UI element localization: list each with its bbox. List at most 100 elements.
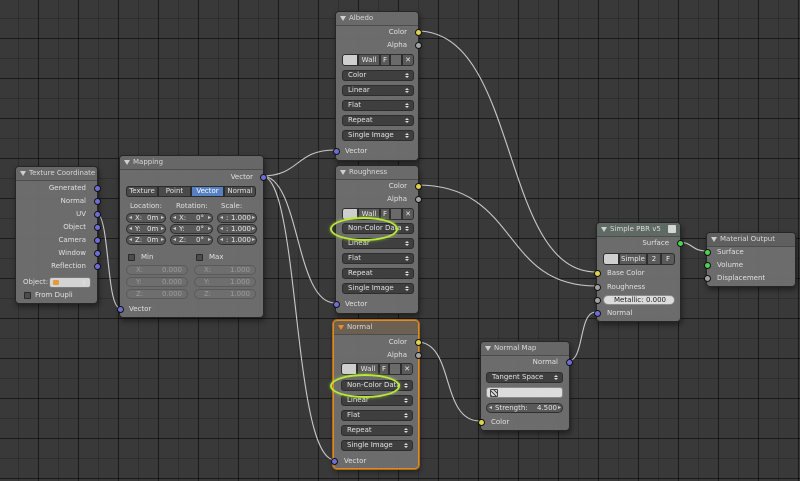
input-socket-vector[interactable]	[332, 300, 340, 308]
output-socket-object[interactable]	[93, 223, 101, 231]
image-browse-icon[interactable]	[341, 363, 357, 375]
output-socket-alpha[interactable]	[414, 351, 422, 359]
node-group-icon[interactable]	[668, 225, 676, 233]
max-checkbox[interactable]	[196, 254, 203, 261]
group-name-field[interactable]: Simple	[619, 253, 647, 265]
input-socket-vector[interactable]	[116, 305, 124, 313]
strength-field[interactable]: ◂ Strength: 4.500 ▸	[486, 403, 563, 413]
output-socket-alpha[interactable]	[414, 41, 422, 49]
fake-user-button[interactable]: F	[380, 54, 390, 66]
collapse-triangle-icon[interactable]	[340, 16, 346, 21]
projection-dropdown[interactable]: Flat	[341, 410, 413, 421]
output-socket-color[interactable]	[414, 28, 422, 36]
mode-normal-button[interactable]: Normal	[224, 186, 256, 197]
input-socket-normal[interactable]	[593, 309, 601, 317]
unlink-image-icon[interactable]: ✕	[402, 208, 414, 220]
output-socket-window[interactable]	[93, 249, 101, 257]
image-browse-icon[interactable]	[342, 54, 358, 66]
min-checkbox[interactable]	[128, 254, 135, 261]
min-z-field[interactable]: Z: 0.000	[126, 289, 188, 299]
mode-texture-button[interactable]: Texture	[126, 186, 158, 197]
min-y-field[interactable]: Y: 0.000	[126, 277, 188, 287]
new-image-icon[interactable]	[390, 208, 402, 220]
output-socket-normal[interactable]	[93, 197, 101, 205]
collapse-triangle-icon[interactable]	[340, 170, 346, 175]
collapse-triangle-icon[interactable]	[20, 171, 26, 176]
node-header[interactable]: Roughness	[336, 166, 418, 180]
rotation-y-field[interactable]: ◂ Y: 0° ▸	[170, 224, 213, 234]
input-socket-base-color[interactable]	[593, 269, 601, 277]
output-socket-color[interactable]	[414, 182, 422, 190]
image-datablock-selector[interactable]: Wall F ✕	[342, 54, 414, 66]
from-dupli-checkbox[interactable]	[24, 292, 31, 299]
normal-map-node[interactable]: Normal Map Normal Tangent Space ◂ Streng…	[477, 341, 573, 431]
color-space-dropdown[interactable]: Color	[342, 70, 414, 81]
fake-user-button[interactable]: F	[661, 253, 675, 265]
rotation-z-field[interactable]: ◂ Z: 0° ▸	[170, 235, 213, 245]
extension-dropdown[interactable]: Repeat	[341, 425, 413, 436]
node-header[interactable]: Normal Map	[481, 342, 569, 356]
location-y-field[interactable]: ◂ Y: 0m ▸	[126, 224, 166, 234]
output-socket-normal[interactable]	[565, 358, 573, 366]
max-x-field[interactable]: X: 1.000	[194, 265, 256, 275]
image-datablock-selector[interactable]: Wall F ✕	[341, 363, 413, 375]
group-datablock-selector[interactable]: Simple 2 F	[603, 253, 675, 265]
location-x-field[interactable]: ◂ X: 0m ▸	[126, 213, 166, 223]
source-dropdown[interactable]: Single Image	[341, 440, 413, 451]
interpolation-dropdown[interactable]: Linear	[342, 85, 414, 96]
source-dropdown[interactable]: Single Image	[342, 283, 414, 294]
image-name-field[interactable]: Wall	[358, 54, 380, 66]
output-socket-reflection[interactable]	[93, 262, 101, 270]
node-header[interactable]: Mapping	[120, 156, 263, 170]
source-dropdown[interactable]: Single Image	[342, 130, 414, 141]
scale-z-field[interactable]: ◂ : 1.000 ▸	[217, 235, 257, 245]
mapping-node[interactable]: Mapping Vector Texture Point Vector Norm…	[116, 155, 267, 318]
output-socket-surface[interactable]	[676, 239, 684, 247]
output-socket-uv[interactable]	[93, 210, 101, 218]
unlink-image-icon[interactable]: ✕	[402, 54, 414, 66]
node-header[interactable]: Albedo	[336, 12, 418, 26]
mode-point-button[interactable]: Point	[158, 186, 191, 197]
rotation-x-field[interactable]: ◂ X: 0° ▸	[170, 213, 213, 223]
uv-map-field[interactable]	[486, 387, 563, 398]
fake-user-button[interactable]: F	[379, 363, 389, 375]
metallic-field[interactable]: Metallic: 0.000	[603, 295, 675, 305]
group-users-count[interactable]: 2	[647, 253, 661, 265]
extension-dropdown[interactable]: Repeat	[342, 268, 414, 279]
input-socket-color[interactable]	[477, 418, 485, 426]
new-image-icon[interactable]	[389, 363, 401, 375]
extension-dropdown[interactable]: Repeat	[342, 115, 414, 126]
input-socket-surface[interactable]	[703, 248, 711, 256]
collapse-triangle-icon[interactable]	[338, 325, 344, 330]
input-socket-volume[interactable]	[703, 261, 711, 269]
collapse-triangle-icon[interactable]	[485, 346, 491, 351]
collapse-triangle-icon[interactable]	[124, 160, 130, 165]
projection-dropdown[interactable]: Flat	[342, 253, 414, 264]
scale-y-field[interactable]: ◂ : 1.000 ▸	[217, 224, 257, 234]
mode-vector-button[interactable]: Vector	[191, 186, 224, 197]
output-socket-camera[interactable]	[93, 236, 101, 244]
max-z-field[interactable]: Z: 1.000	[194, 289, 256, 299]
output-socket-generated[interactable]	[93, 184, 101, 192]
node-header[interactable]: Material Output	[707, 233, 795, 247]
texture-coordinate-node[interactable]: Texture Coordinate Generated Normal UV O…	[15, 166, 101, 304]
projection-dropdown[interactable]: Flat	[342, 100, 414, 111]
input-socket-displacement[interactable]	[703, 274, 711, 282]
input-socket-roughness[interactable]	[593, 283, 601, 291]
material-output-node[interactable]: Material Output Surface Volume Displacem…	[703, 232, 796, 287]
location-z-field[interactable]: ◂ Z: 0m ▸	[126, 235, 166, 245]
max-y-field[interactable]: Y: 1.000	[194, 277, 256, 287]
node-header[interactable]: Normal	[334, 321, 418, 335]
min-x-field[interactable]: X: 0.000	[126, 265, 188, 275]
new-image-icon[interactable]	[390, 54, 402, 66]
output-socket-color[interactable]	[414, 338, 422, 346]
input-socket-metallic[interactable]	[593, 296, 601, 304]
scale-x-field[interactable]: ◂ : 1.000 ▸	[217, 213, 257, 223]
input-socket-vector[interactable]	[330, 457, 338, 465]
collapse-triangle-icon[interactable]	[711, 237, 717, 242]
normal-space-dropdown[interactable]: Tangent Space	[486, 372, 563, 383]
unlink-image-icon[interactable]: ✕	[401, 363, 413, 375]
collapse-triangle-icon[interactable]	[601, 227, 607, 232]
node-header[interactable]: Texture Coordinate	[16, 167, 97, 181]
output-socket-alpha[interactable]	[414, 195, 422, 203]
